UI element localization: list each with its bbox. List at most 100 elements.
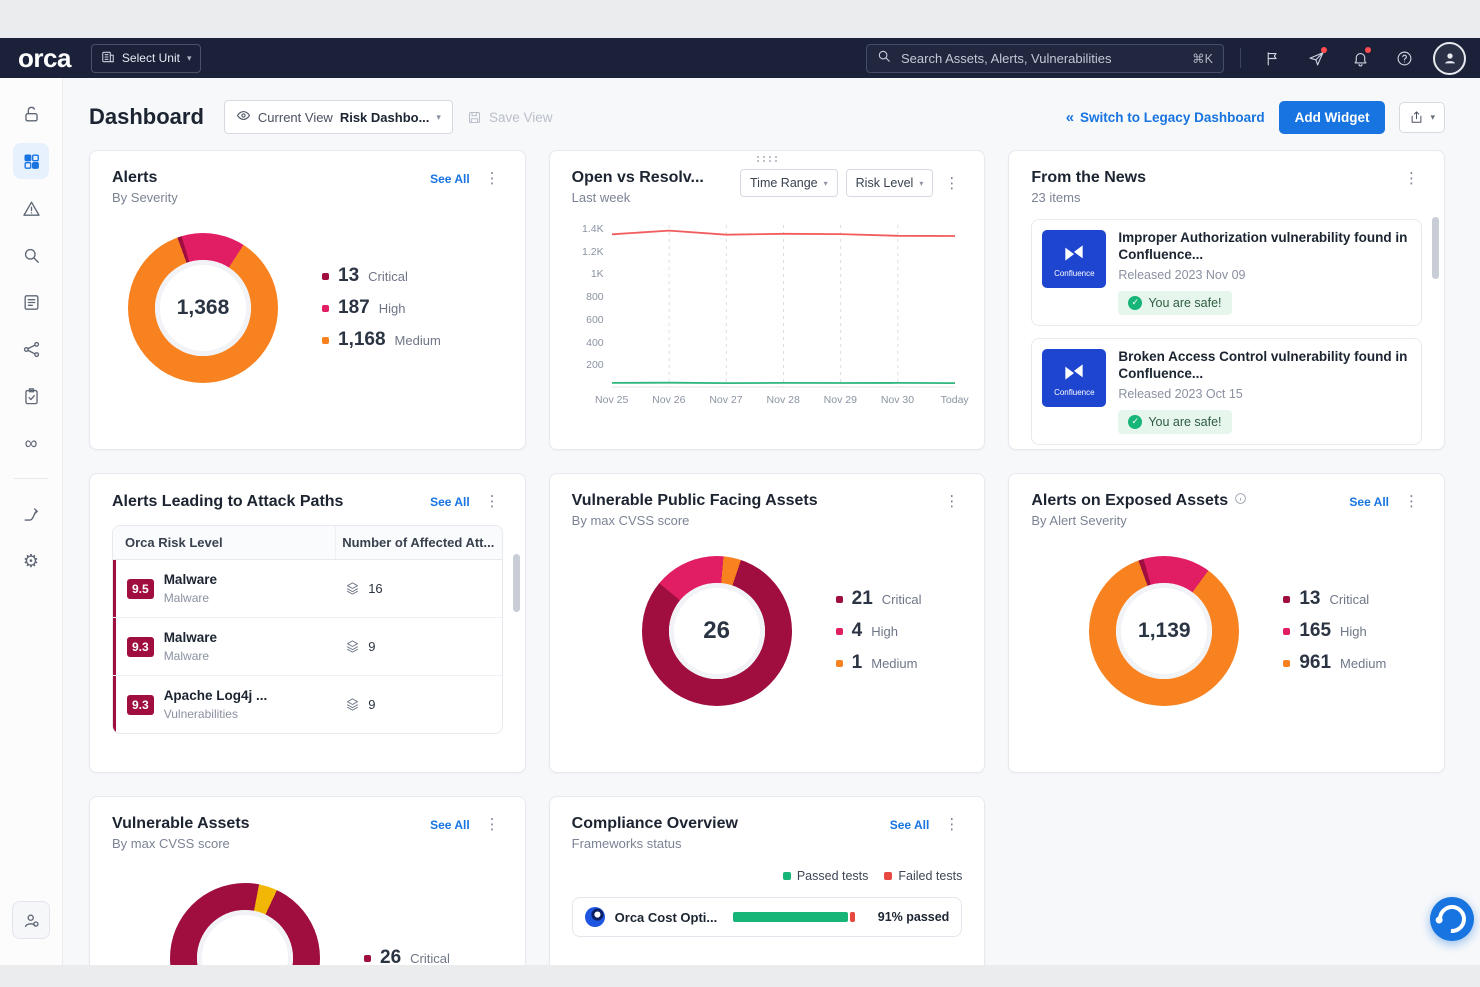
view-eye-icon xyxy=(236,108,251,126)
export-button[interactable]: ▾ xyxy=(1399,102,1445,133)
risk-level-dropdown[interactable]: Risk Level ▾ xyxy=(846,169,934,197)
table-row[interactable]: 9.3 MalwareMalware 9 xyxy=(113,618,502,676)
kebab-menu-icon[interactable]: ⋮ xyxy=(482,815,503,834)
confluence-logo: Confluence xyxy=(1042,230,1106,288)
orca-assistant-button[interactable] xyxy=(1430,897,1474,941)
legend-item[interactable]: 1,168Medium xyxy=(322,329,441,351)
legend-item[interactable]: 187High xyxy=(322,297,441,319)
table-row[interactable]: 9.3 Apache Log4j ...Vulnerabilities 9 xyxy=(113,676,502,733)
compliance-legend: Passed tests Failed tests xyxy=(572,869,963,883)
column-header[interactable]: Orca Risk Level xyxy=(113,526,335,559)
widget-from-the-news: From the News 23 items ⋮ Confluence xyxy=(1008,150,1445,450)
see-all-link[interactable]: See All xyxy=(1349,495,1389,509)
sidebar-item-inventory[interactable] xyxy=(13,284,49,320)
risk-score-badge: 9.3 xyxy=(127,637,154,657)
sidebar-item-search[interactable] xyxy=(13,237,49,273)
legend-item[interactable]: 26Critical xyxy=(364,947,450,965)
see-all-link[interactable]: See All xyxy=(430,172,470,186)
open-vs-resolved-line-chart[interactable]: 1.4K1.2K1K800600400200Nov 25Nov 26Nov 27… xyxy=(572,219,963,407)
legend-item[interactable]: 21Critical xyxy=(836,588,922,610)
column-header[interactable]: Number of Affected Att... xyxy=(335,526,501,559)
notifications-bell-icon[interactable] xyxy=(1345,43,1375,73)
news-scrollbar[interactable] xyxy=(1432,217,1439,279)
save-view-button[interactable]: Save View xyxy=(467,110,553,125)
info-icon[interactable] xyxy=(1234,492,1247,510)
current-view-dropdown[interactable]: Current View Risk Dashbo... ▾ xyxy=(224,100,453,134)
widget-title: Alerts Leading to Attack Paths xyxy=(112,493,343,511)
news-list: Confluence Improper Authorization vulner… xyxy=(1031,219,1422,445)
sidebar-item-settings[interactable]: ⚙ xyxy=(13,543,49,579)
search-input[interactable] xyxy=(899,50,1184,67)
sidebar-item-attack-paths[interactable] xyxy=(13,331,49,367)
sidebar-item-compliance[interactable] xyxy=(13,378,49,414)
confluence-logo: Confluence xyxy=(1042,349,1106,407)
search-icon xyxy=(877,49,891,68)
alerts-donut-chart[interactable]: 1,368 xyxy=(128,233,278,383)
legend-item[interactable]: 165High xyxy=(1283,620,1386,642)
kebab-menu-icon[interactable]: ⋮ xyxy=(482,169,503,188)
widget-title-text: Alerts on Exposed Assets xyxy=(1031,492,1228,510)
search-shortcut: ⌘K xyxy=(1192,51,1213,66)
table-header-row: Orca Risk Level Number of Affected Att..… xyxy=(113,526,502,560)
see-all-link[interactable]: See All xyxy=(430,495,470,509)
news-status-badge: ✓ You are safe! xyxy=(1118,291,1231,315)
user-avatar[interactable] xyxy=(1433,42,1466,75)
legend-item[interactable]: 961Medium xyxy=(1283,652,1386,674)
legend-item[interactable]: 1Medium xyxy=(836,652,922,674)
widget-title: Open vs Resolv... xyxy=(572,169,704,187)
switch-legacy-link[interactable]: « Switch to Legacy Dashboard xyxy=(1066,109,1265,126)
widget-vulnerable-public-assets: Vulnerable Public Facing Assets By max C… xyxy=(549,473,986,773)
add-widget-button[interactable]: Add Widget xyxy=(1279,101,1386,134)
news-item[interactable]: Confluence Broken Access Control vulnera… xyxy=(1031,338,1422,445)
kebab-menu-icon[interactable]: ⋮ xyxy=(941,492,962,511)
see-all-link[interactable]: See All xyxy=(430,818,470,832)
time-range-label: Time Range xyxy=(750,176,818,190)
sidebar-item-dashboard[interactable] xyxy=(13,143,49,179)
widget-open-vs-resolved: Open vs Resolv... Last week Time Range ▾… xyxy=(549,150,986,450)
time-range-dropdown[interactable]: Time Range ▾ xyxy=(740,169,838,197)
legend-item: Passed tests xyxy=(783,869,869,883)
table-row[interactable]: 9.5 MalwareMalware 16 xyxy=(113,560,502,618)
flag-icon[interactable] xyxy=(1257,43,1287,73)
exposed-donut-chart[interactable]: 1,139 xyxy=(1089,556,1239,706)
kebab-menu-icon[interactable]: ⋮ xyxy=(1401,169,1422,188)
risk-score-badge: 9.5 xyxy=(127,579,154,599)
orca-logo[interactable]: orca xyxy=(18,45,71,71)
asset-discovery-icon[interactable] xyxy=(13,96,49,132)
current-view-label: Current View xyxy=(258,110,333,125)
switch-legacy-label: Switch to Legacy Dashboard xyxy=(1080,110,1265,125)
alerts-legend: 13Critical 187High 1,168Medium xyxy=(322,255,441,361)
kebab-menu-icon[interactable]: ⋮ xyxy=(941,174,962,193)
kebab-menu-icon[interactable]: ⋮ xyxy=(482,492,503,511)
check-icon: ✓ xyxy=(1128,296,1142,310)
window-bottom-margin xyxy=(0,965,1480,987)
table-scrollbar[interactable] xyxy=(513,554,520,612)
severity-accent-bar xyxy=(113,618,116,675)
sidebar-item-remediation[interactable] xyxy=(13,496,49,532)
news-item[interactable]: Confluence Improper Authorization vulner… xyxy=(1031,219,1422,326)
global-search[interactable]: ⌘K xyxy=(866,44,1224,73)
drag-handle[interactable] xyxy=(755,155,779,163)
vuln-assets-donut-chart[interactable] xyxy=(170,883,320,965)
select-unit-dropdown[interactable]: Select Unit ▾ xyxy=(91,44,202,73)
legend-item[interactable]: 13Critical xyxy=(322,265,441,287)
widget-subtitle: By max CVSS score xyxy=(572,513,818,528)
legend-item[interactable]: 13Critical xyxy=(1283,588,1386,610)
select-unit-label: Select Unit xyxy=(122,51,180,65)
framework-progress-bar xyxy=(733,912,860,922)
news-source: Confluence xyxy=(1054,269,1094,278)
announcements-icon[interactable] xyxy=(1301,43,1331,73)
help-icon[interactable] xyxy=(1389,43,1419,73)
kebab-menu-icon[interactable]: ⋮ xyxy=(1401,492,1422,511)
framework-row[interactable]: Orca Cost Opti... 91% passed xyxy=(572,897,963,937)
legend-item[interactable]: 4High xyxy=(836,620,922,642)
alert-name: Malware xyxy=(164,630,217,645)
kebab-menu-icon[interactable]: ⋮ xyxy=(941,815,962,834)
sidebar-item-alerts[interactable] xyxy=(13,190,49,226)
see-all-link[interactable]: See All xyxy=(890,818,930,832)
shift-left-infinity-icon[interactable]: ∞ xyxy=(13,425,49,461)
vuln-public-donut-chart[interactable]: 26 xyxy=(642,556,792,706)
profile-settings-icon[interactable] xyxy=(12,901,50,939)
chevrons-left-icon: « xyxy=(1066,109,1074,126)
widget-subtitle: Last week xyxy=(572,190,704,205)
